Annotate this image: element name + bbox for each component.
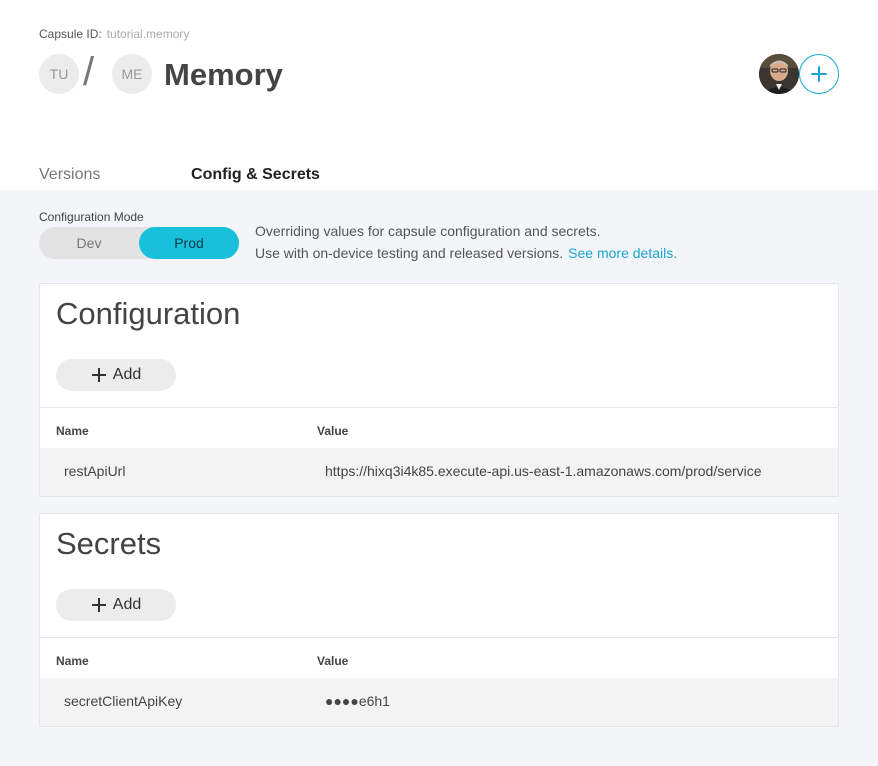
see-more-details-link[interactable]: See more details. [568, 245, 677, 261]
avatar-image [759, 54, 799, 94]
column-header-value: Value [317, 654, 349, 668]
description-line-1: Overriding values for capsule configurat… [255, 223, 601, 239]
add-member-button[interactable] [799, 54, 839, 94]
column-header-value: Value [317, 424, 349, 438]
capsule-id-value: tutorial.memory [106, 27, 190, 41]
divider [40, 407, 838, 408]
config-mode-description: Overriding values for capsule configurat… [255, 220, 677, 264]
capsule-id: Capsule ID: tutorial.memory [39, 27, 189, 41]
config-name-cell: restApiUrl [64, 463, 126, 479]
mode-option-dev[interactable]: Dev [39, 227, 139, 259]
column-header-name: Name [56, 654, 89, 668]
breadcrumb-tu[interactable]: TU [39, 54, 79, 94]
plus-icon [91, 597, 107, 613]
breadcrumb-me[interactable]: ME [112, 54, 152, 94]
user-avatar[interactable] [759, 54, 799, 94]
page-title: Memory [164, 57, 283, 92]
table-row[interactable]: restApiUrl https://hixq3i4k85.execute-ap… [40, 448, 838, 496]
secrets-card: Secrets Add Name Value secretClientApiKe… [39, 513, 839, 727]
tab-bar: Versions Config & Secrets [0, 160, 878, 195]
secret-value-cell: ●●●●e6h1 [325, 693, 390, 709]
capsule-id-label: Capsule ID: [39, 27, 102, 41]
page-header: Capsule ID: tutorial.memory TU / ME Memor… [0, 0, 878, 195]
breadcrumb-separator: / [83, 50, 95, 94]
divider [40, 637, 838, 638]
mode-option-prod[interactable]: Prod [139, 227, 239, 259]
config-value-cell: https://hixq3i4k85.execute-api.us-east-1… [325, 463, 762, 479]
configuration-card: Configuration Add Name Value restApiUrl … [39, 283, 839, 497]
secrets-title: Secrets [56, 526, 162, 561]
table-row[interactable]: secretClientApiKey ●●●●e6h1 [40, 678, 838, 726]
config-mode-toggle[interactable]: Dev Prod [39, 227, 239, 259]
tab-versions[interactable]: Versions [39, 166, 100, 184]
add-configuration-label: Add [112, 366, 142, 383]
configuration-title: Configuration [56, 296, 241, 331]
secret-name-cell: secretClientApiKey [64, 693, 183, 709]
plus-icon [811, 66, 827, 82]
description-line-2: Use with on-device testing and released … [255, 245, 564, 261]
add-secret-button[interactable]: Add [56, 589, 176, 621]
plus-icon [91, 367, 107, 383]
column-header-name: Name [56, 424, 89, 438]
add-secret-label: Add [112, 596, 142, 613]
main-content: Configuration Mode Dev Prod Overriding v… [0, 190, 878, 766]
add-configuration-button[interactable]: Add [56, 359, 176, 391]
config-mode-label: Configuration Mode [39, 210, 144, 224]
